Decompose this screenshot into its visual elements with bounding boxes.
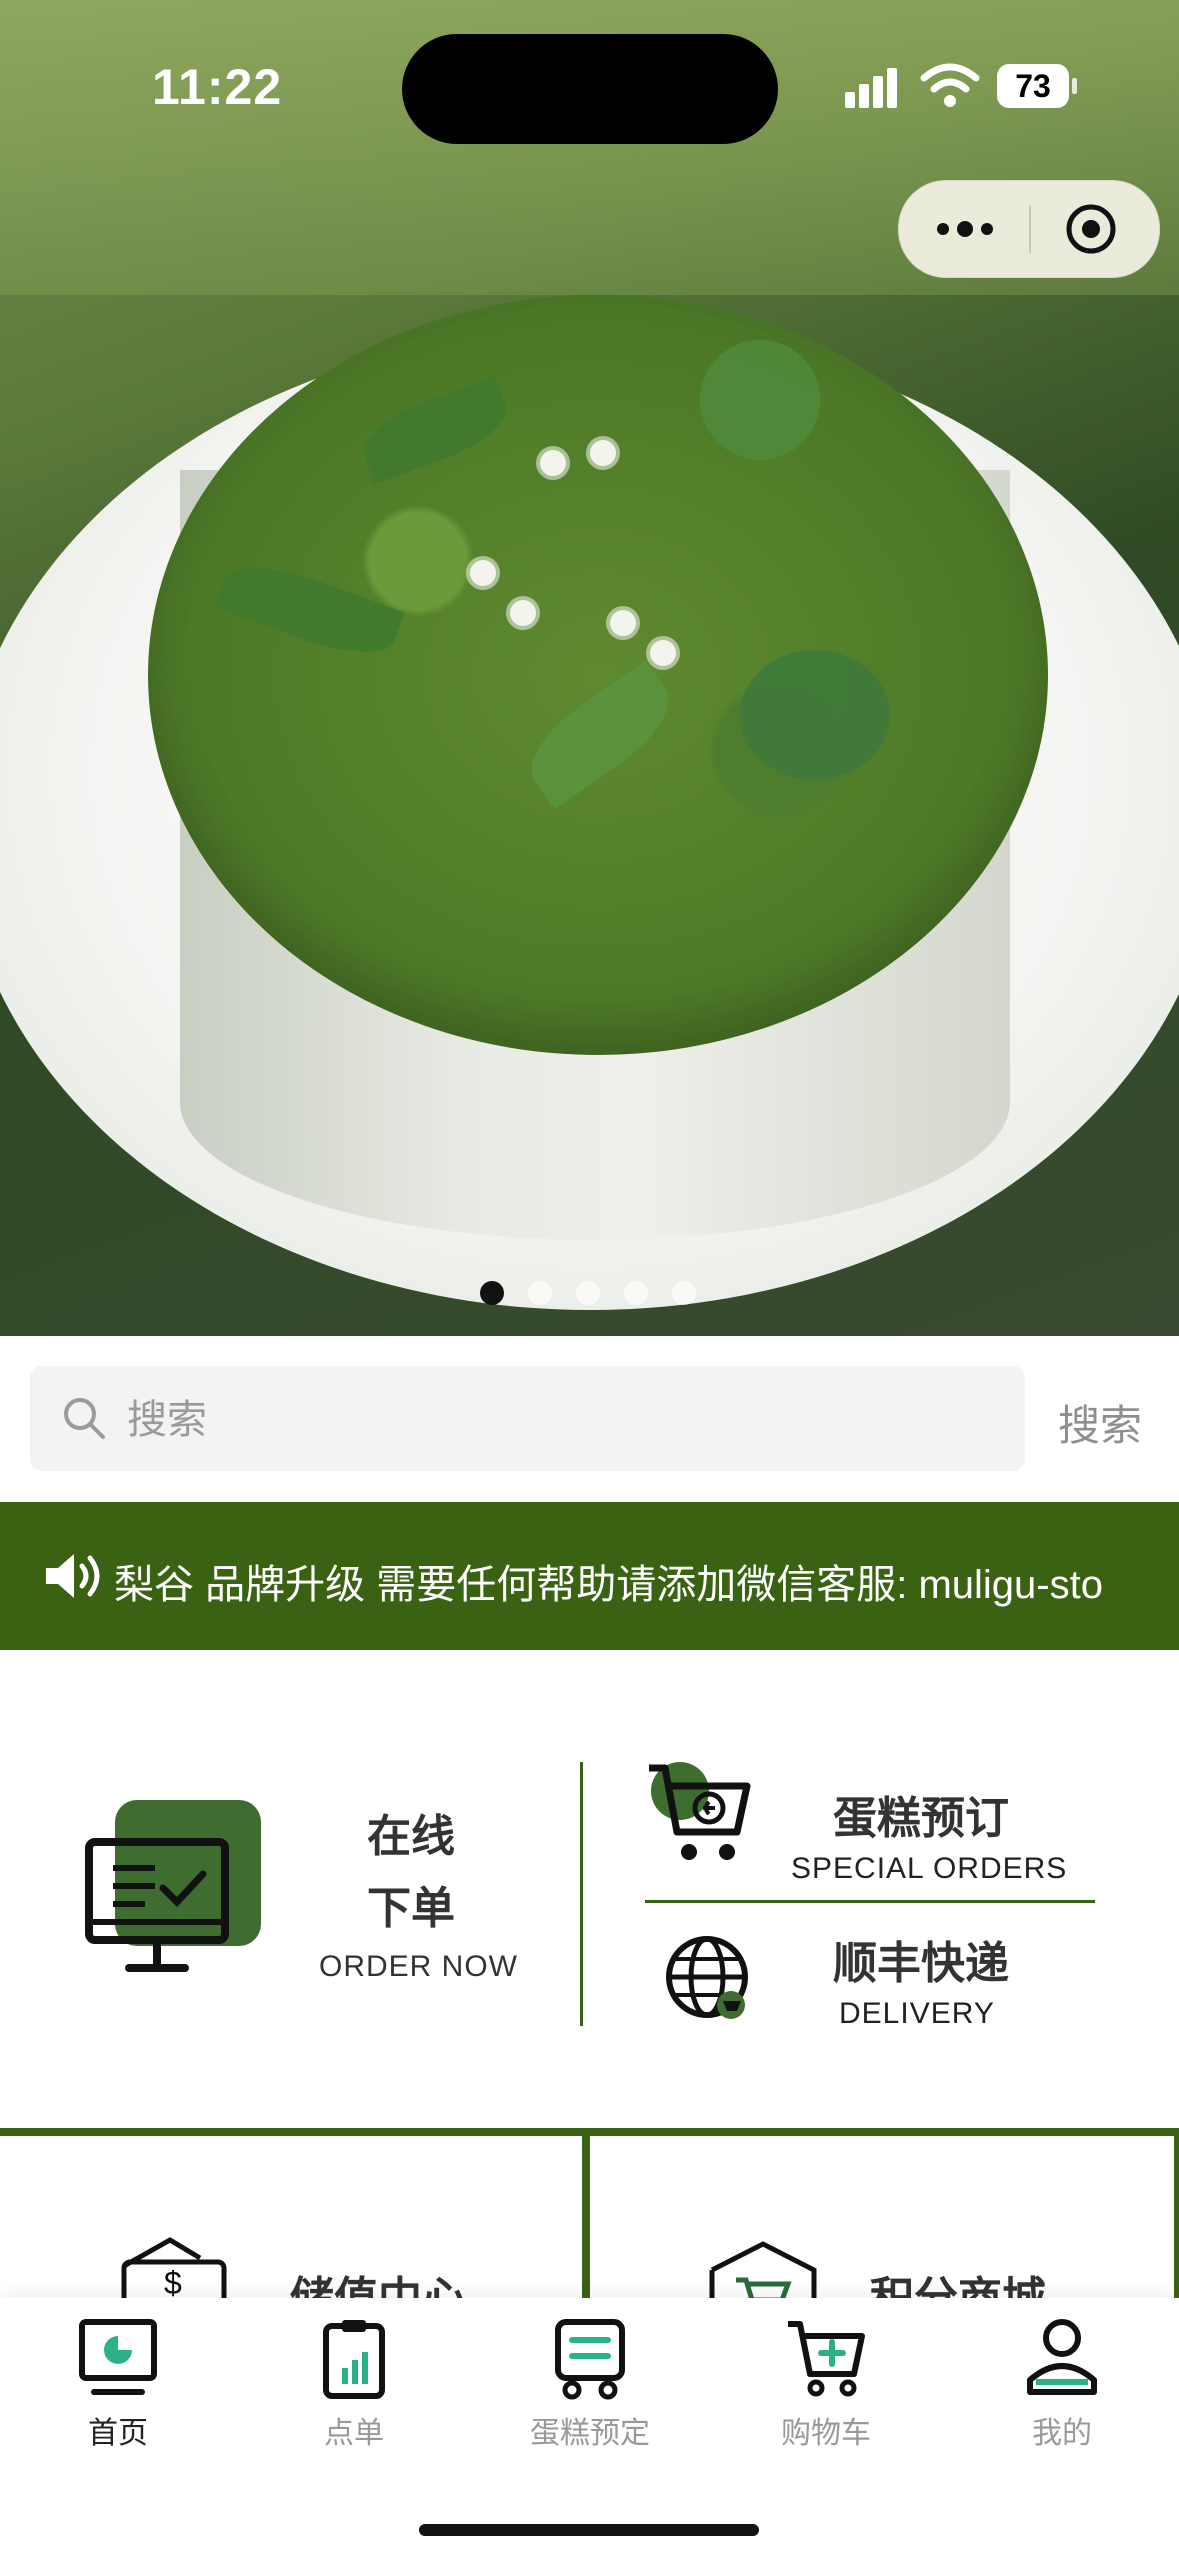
- tab-me[interactable]: 我的: [944, 2316, 1179, 2466]
- tab-cart[interactable]: 购物车: [708, 2316, 944, 2466]
- tab-home[interactable]: 首页: [0, 2316, 236, 2466]
- online-order-subtitle: ORDER NOW: [319, 1950, 518, 1983]
- status-time: 11:22: [152, 59, 283, 115]
- notice-bar[interactable]: 梨谷 品牌升级 需要任何帮助请添加微信客服: muligu-sto: [0, 1502, 1179, 1650]
- home-chart-icon: [79, 2319, 157, 2395]
- tab-me-label: 我的: [1032, 2417, 1092, 2450]
- flower-decoration: [590, 440, 616, 466]
- tab-cart-label: 购物车: [781, 2417, 871, 2450]
- home-indicator: [419, 2524, 759, 2536]
- delivery-subtitle: DELIVERY: [839, 1997, 995, 2030]
- search-bar[interactable]: [30, 1366, 1025, 1471]
- online-order-line1: 在线: [367, 1812, 455, 1861]
- cake-top: [148, 295, 1048, 1055]
- flower-decoration: [610, 610, 636, 636]
- wifi-icon: [920, 63, 980, 107]
- globe-delivery-icon: [666, 1936, 748, 2019]
- more-options-button[interactable]: [937, 181, 1027, 277]
- monitor-check-icon: [85, 1838, 229, 1972]
- signal-icon: [845, 64, 905, 108]
- svg-text:$: $: [164, 2265, 182, 2301]
- speaker-icon: [46, 1554, 100, 1598]
- carousel-dot[interactable]: [624, 1281, 648, 1305]
- flower-decoration: [470, 560, 496, 586]
- battery-icon: 73: [997, 64, 1077, 108]
- clipboard-chart-icon: [323, 2320, 385, 2399]
- feature-divider-vertical: [580, 1762, 583, 2026]
- online-order-line2: 下单: [367, 1884, 455, 1933]
- carousel-dot[interactable]: [576, 1281, 600, 1305]
- special-orders-title: 蛋糕预订: [833, 1794, 1009, 1843]
- search-icon: [64, 1398, 105, 1439]
- person-icon: [1027, 2319, 1097, 2395]
- delivery-title: 顺丰快递: [833, 1939, 1009, 1988]
- tab-cake-reserve[interactable]: 蛋糕预定: [472, 2316, 708, 2466]
- carousel-dot[interactable]: [528, 1281, 552, 1305]
- tab-order[interactable]: 点单: [236, 2316, 472, 2466]
- flower-decoration: [540, 450, 566, 476]
- feature-divider-horizontal: [645, 1900, 1095, 1903]
- search-input[interactable]: [125, 1384, 1009, 1456]
- tab-cake-reserve-label: 蛋糕预定: [530, 2417, 650, 2450]
- dynamic-island: [402, 34, 778, 144]
- miniprogram-capsule: [898, 180, 1160, 278]
- special-orders-card[interactable]: 蛋糕预订 SPECIAL ORDERS: [645, 1760, 1125, 1890]
- flower-decoration: [650, 640, 676, 666]
- shopping-cart-icon: [649, 1764, 751, 1860]
- online-order-card[interactable]: 在线 下单 ORDER NOW: [85, 1800, 525, 2000]
- hero-banner[interactable]: 11:22 73: [0, 0, 1179, 1336]
- bottom-tab-bar: 首页 点单 蛋糕预定 购物车 我的: [0, 2298, 1179, 2556]
- leaf-decoration: [740, 650, 890, 780]
- tab-home-label: 首页: [88, 2417, 148, 2450]
- carousel-dot[interactable]: [672, 1281, 696, 1305]
- delivery-card[interactable]: 顺丰快递 DELIVERY: [645, 1915, 1125, 2045]
- close-target-icon[interactable]: [1065, 203, 1117, 255]
- special-orders-subtitle: SPECIAL ORDERS: [791, 1852, 1068, 1885]
- notice-text: 梨谷 品牌升级 需要任何帮助请添加微信客服: muligu-sto: [114, 1563, 1103, 1607]
- cart-plus-icon: [788, 2321, 865, 2397]
- flower-decoration: [510, 600, 536, 626]
- leaf-decoration: [700, 340, 820, 460]
- search-button[interactable]: 搜索: [1058, 1392, 1142, 1453]
- carousel-dot[interactable]: [480, 1281, 504, 1305]
- tab-order-label: 点单: [324, 2417, 384, 2450]
- cake-cart-icon: [555, 2319, 625, 2400]
- wallet-icon[interactable]: $: [120, 2236, 230, 2306]
- capsule-divider: [1029, 205, 1031, 253]
